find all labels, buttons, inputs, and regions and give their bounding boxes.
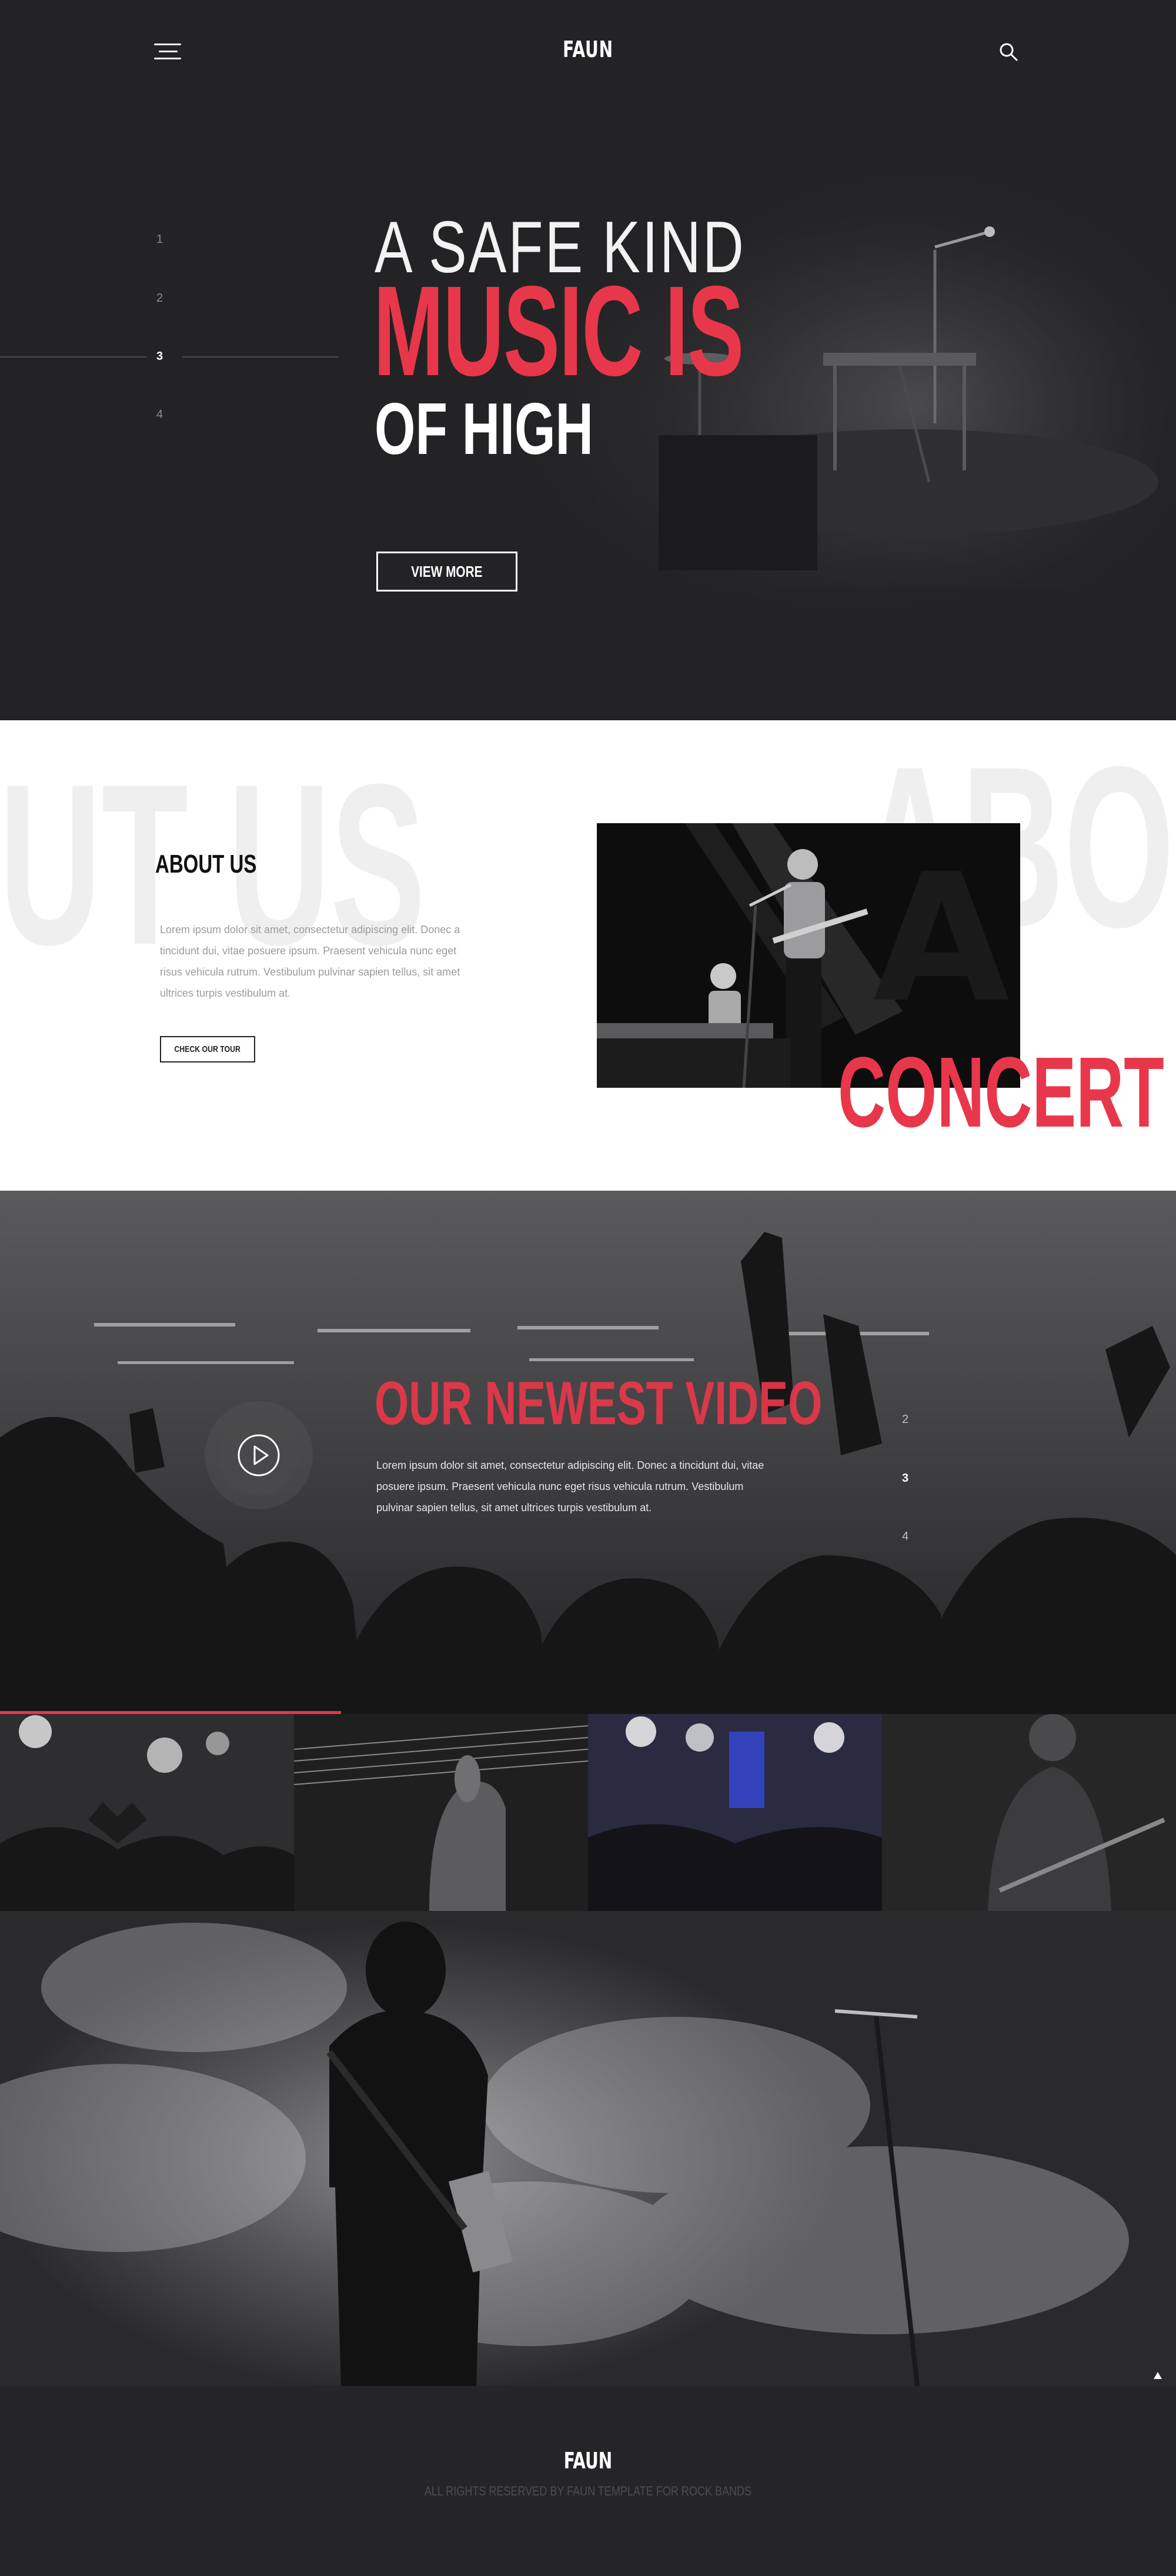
check-tour-button[interactable]: CHECK OUR TOUR: [160, 1036, 255, 1063]
footer-copyright: ALL RIGHTS RESERVED BY FAUN TEMPLATE FOR…: [424, 2484, 752, 2498]
hero-heading-line2: MUSIC IS: [373, 260, 744, 403]
view-more-label: VIEW MORE: [411, 563, 483, 580]
hero-section: FAUN 1 2 3 4 A SAFE KIND MUSIC IS OF HIG…: [0, 0, 1176, 720]
hero-slide-2[interactable]: 2: [156, 292, 174, 305]
gallery-item-1[interactable]: [0, 1714, 294, 1911]
gallery-item-2[interactable]: [294, 1714, 588, 1911]
svg-text:AB: AB: [873, 836, 1020, 1041]
view-more-button[interactable]: VIEW MORE: [376, 552, 517, 592]
hero-heading-line3: OF HIGH: [375, 389, 593, 470]
check-tour-label: CHECK OUR TOUR: [174, 1044, 241, 1054]
video-slide-2[interactable]: 2: [902, 1413, 908, 1426]
about-title: ABOUT US: [155, 850, 257, 878]
menu-icon[interactable]: [154, 44, 181, 61]
gallery-item-4[interactable]: [882, 1714, 1176, 1911]
guitarist-photo: [0, 1922, 1129, 2386]
video-section: [0, 1191, 1176, 1714]
play-button[interactable]: [203, 1399, 315, 1511]
video-title: OUR NEWEST VIDEO: [375, 1369, 823, 1438]
search-icon[interactable]: [998, 41, 1019, 62]
about-section: OUT US ABO ABOUT US Lorem ipsum dolor si…: [0, 720, 1176, 1191]
about-text: Lorem ipsum dolor sit amet, consectetur …: [160, 924, 460, 999]
guitarist-photo-section: [0, 1911, 1176, 2386]
footer-brand[interactable]: FAUN: [540, 2448, 636, 2474]
crowd-photo: [0, 1232, 1176, 1714]
concert-overlay-text: CONCERT: [838, 1037, 1164, 1148]
footer: [0, 2386, 1176, 2576]
hero-slide-1[interactable]: 1: [156, 233, 174, 246]
brand-logo[interactable]: FAUN: [540, 36, 636, 62]
gallery-item-3[interactable]: [588, 1714, 882, 1911]
scroll-top-icon[interactable]: [1154, 2372, 1162, 2379]
video-slide-3[interactable]: 3: [902, 1472, 908, 1485]
hero-slide-3[interactable]: 3: [156, 350, 174, 363]
hero-slide-4[interactable]: 4: [156, 408, 174, 422]
video-text: Lorem ipsum dolor sit amet, consectetur …: [376, 1459, 764, 1513]
video-slide-4[interactable]: 4: [902, 1530, 908, 1543]
